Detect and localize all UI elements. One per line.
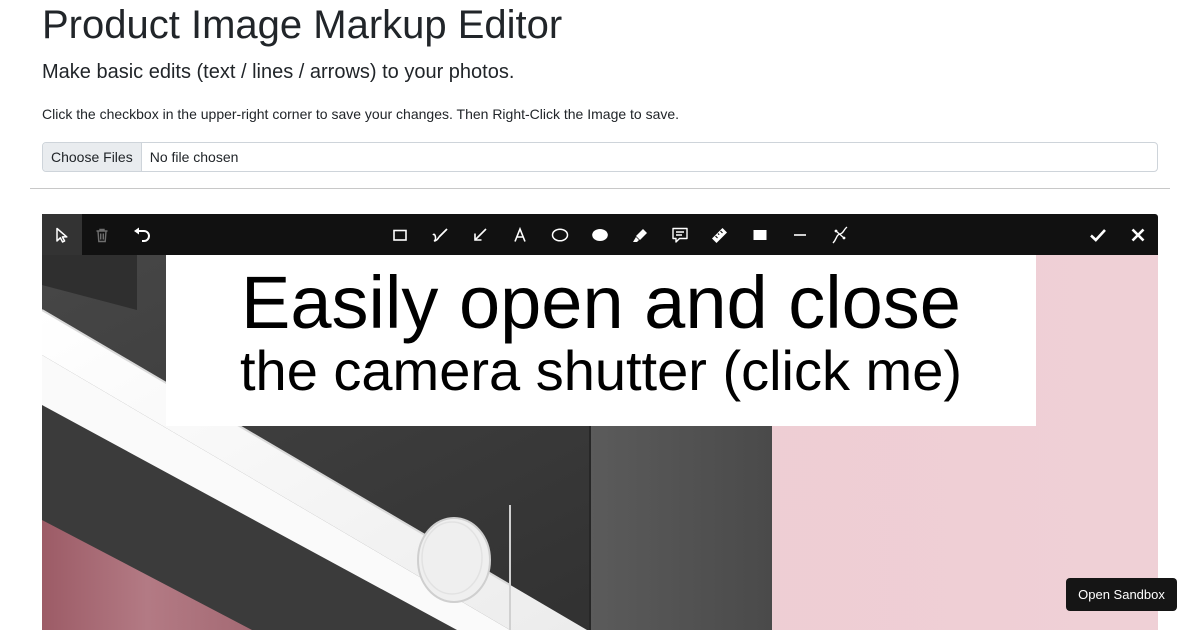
open-sandbox-button[interactable]: Open Sandbox: [1066, 578, 1177, 611]
markup-editor: Easily open and close the camera shutter…: [42, 214, 1158, 630]
filled-rectangle-tool-button[interactable]: [740, 214, 780, 255]
delete-icon: [96, 228, 108, 242]
check-icon: [1090, 228, 1106, 242]
filled-rectangle-icon: [753, 229, 767, 240]
rectangle-tool-button[interactable]: [380, 214, 420, 255]
close-icon: [1131, 228, 1145, 241]
ellipse-icon: [551, 227, 569, 242]
callout-tool-button[interactable]: [660, 214, 700, 255]
rectangle-icon: [393, 229, 407, 241]
select-icon: [56, 227, 68, 243]
choose-files-button[interactable]: Choose Files: [43, 143, 142, 171]
arrow-icon: [474, 227, 487, 241]
page-subtitle: Make basic edits (text / lines / arrows)…: [42, 61, 515, 83]
page-title: Product Image Markup Editor: [42, 3, 563, 47]
measure-icon: [712, 227, 727, 243]
ellipse-tool-button[interactable]: [540, 214, 580, 255]
save-check-button[interactable]: [1078, 214, 1118, 255]
image-canvas[interactable]: Easily open and close the camera shutter…: [42, 255, 1158, 630]
highlighter-icon: [633, 228, 647, 242]
curve-tool-button[interactable]: [820, 214, 860, 255]
text-tool-button[interactable]: [500, 214, 540, 255]
caption-box[interactable]: Easily open and close the camera shutter…: [166, 255, 1036, 426]
line-icon: [794, 233, 806, 236]
highlighter-tool-button[interactable]: [620, 214, 660, 255]
file-status-text: No file chosen: [149, 149, 239, 165]
filled-ellipse-icon: [592, 228, 608, 241]
page: Product Image Markup Editor Make basic e…: [0, 0, 1200, 630]
divider: [30, 188, 1170, 189]
caption-line-1: Easily open and close: [241, 261, 961, 344]
line-tool-button[interactable]: [780, 214, 820, 255]
measure-tool-button[interactable]: [700, 214, 740, 255]
arrow-tool-button[interactable]: [460, 214, 500, 255]
filled-ellipse-tool-button[interactable]: [580, 214, 620, 255]
undo-tool-button[interactable]: [122, 214, 162, 255]
freehand-icon: [432, 227, 448, 242]
select-tool-button[interactable]: [42, 214, 82, 255]
file-input[interactable]: Choose Files No file chosen: [42, 142, 1158, 172]
text-icon: [514, 226, 526, 242]
freehand-tool-button[interactable]: [420, 214, 460, 255]
close-editor-button[interactable]: [1118, 214, 1158, 255]
undo-icon: [134, 227, 150, 242]
caption-line-2: the camera shutter (click me): [240, 339, 962, 402]
callout-icon: [672, 227, 688, 243]
toolbar: [42, 214, 1158, 255]
instructions-text: Click the checkbox in the upper-right co…: [42, 106, 680, 122]
curve-icon: [832, 225, 848, 243]
delete-tool-button[interactable]: [82, 214, 122, 255]
